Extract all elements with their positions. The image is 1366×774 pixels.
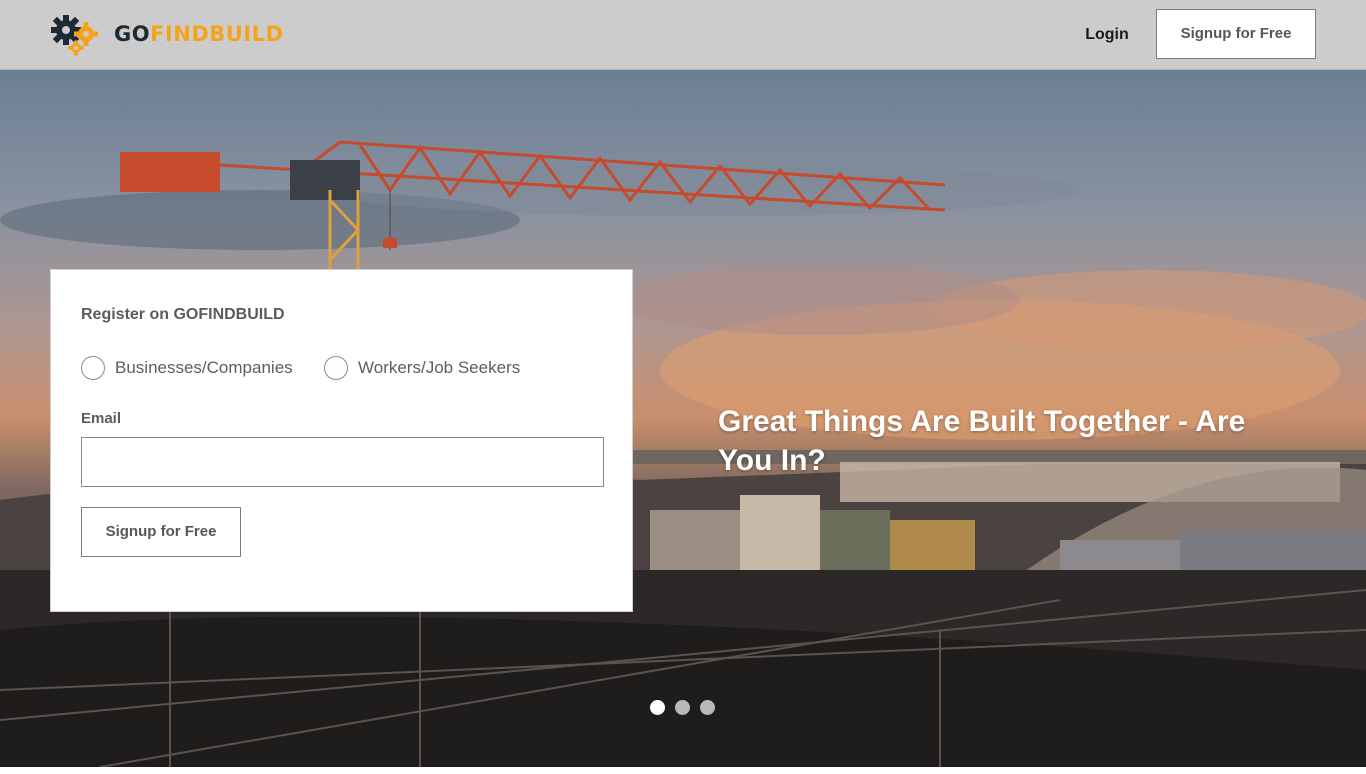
register-signup-button[interactable]: Signup for Free xyxy=(81,507,241,557)
header-signup-button[interactable]: Signup for Free xyxy=(1156,9,1316,59)
radio-workers[interactable]: Workers/Job Seekers xyxy=(324,356,520,380)
gears-icon xyxy=(51,15,98,56)
carousel-dot-1[interactable] xyxy=(650,700,665,715)
radio-circle[interactable] xyxy=(324,356,348,380)
radio-circle[interactable] xyxy=(81,356,105,380)
carousel-dot-3[interactable] xyxy=(700,700,715,715)
logo-wordmark-findbuild: FINDBUILD xyxy=(150,22,284,46)
carousel-dot-2[interactable] xyxy=(675,700,690,715)
logo-wordmark-go: GO xyxy=(114,22,151,46)
login-link[interactable]: Login xyxy=(1070,22,1144,48)
radio-businesses[interactable]: Businesses/Companies xyxy=(81,356,293,380)
register-title: Register on GOFINDBUILD xyxy=(81,306,285,323)
logo-wordmark: GOFINDBUILD xyxy=(114,22,283,46)
register-card: Register on GOFINDBUILD Businesses/Compa… xyxy=(50,269,633,612)
carousel-dots xyxy=(650,700,715,715)
top-navbar: GOFINDBUILD Login Signup for Free xyxy=(0,0,1366,70)
hero-headline: Great Things Are Built Together - Are Yo… xyxy=(718,405,1246,477)
logo[interactable]: GOFINDBUILD xyxy=(50,12,283,56)
email-label: Email xyxy=(81,410,122,427)
radio-label-workers: Workers/Job Seekers xyxy=(358,358,521,377)
email-input[interactable] xyxy=(81,437,604,487)
radio-label-businesses: Businesses/Companies xyxy=(115,358,293,377)
